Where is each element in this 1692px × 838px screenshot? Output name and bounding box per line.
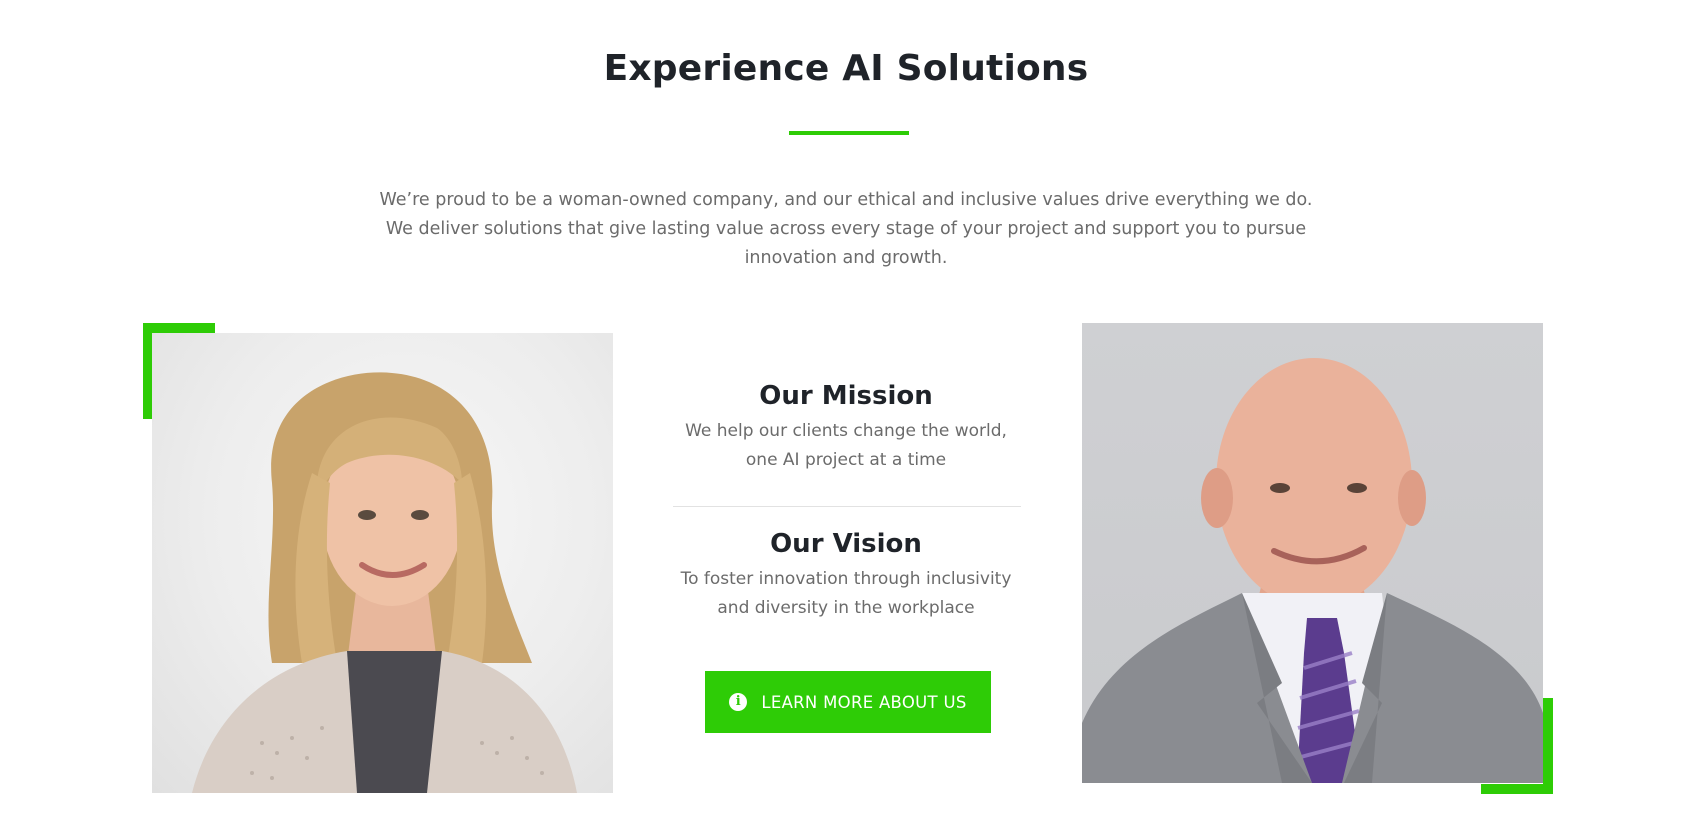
right-accent-corner-bar — [1481, 784, 1553, 794]
vision-heading: Our Vision — [770, 529, 922, 559]
intro-line: innovation and growth. — [744, 248, 948, 268]
vision-line: To foster innovation through inclusivity — [680, 569, 1012, 589]
section-title: Experience AI Solutions — [603, 48, 1089, 89]
mission-line: one AI project at a time — [745, 450, 947, 470]
intro-paragraph: We’re proud to be a woman-owned company,… — [346, 186, 1346, 273]
vision-line: and diversity in the workplace — [717, 598, 975, 618]
learn-more-label: LEARN MORE ABOUT US — [761, 692, 967, 712]
right-accent-corner-bar — [1543, 698, 1553, 794]
learn-more-button[interactable]: i LEARN MORE ABOUT US — [705, 671, 991, 733]
title-underline — [789, 131, 909, 135]
intro-line: We’re proud to be a woman-owned company,… — [379, 190, 1313, 210]
vision-block: Our Vision To foster innovation through … — [667, 529, 1025, 623]
info-icon: i — [729, 693, 748, 711]
mission-heading: Our Mission — [759, 381, 933, 411]
portrait-left — [152, 333, 613, 793]
mission-line: We help our clients change the world, — [685, 421, 1007, 441]
portrait-left-illustration — [192, 372, 577, 793]
portrait-right-illustration — [1082, 358, 1543, 783]
vision-text: To foster innovation through inclusivity… — [667, 565, 1025, 623]
intro-line: We deliver solutions that give lasting v… — [385, 219, 1307, 239]
mission-text: We help our clients change the world, on… — [667, 417, 1025, 475]
mission-block: Our Mission We help our clients change t… — [667, 381, 1025, 475]
mission-vision-divider — [673, 506, 1021, 507]
portrait-right — [1082, 323, 1543, 783]
left-accent-corner-bar — [143, 323, 215, 333]
